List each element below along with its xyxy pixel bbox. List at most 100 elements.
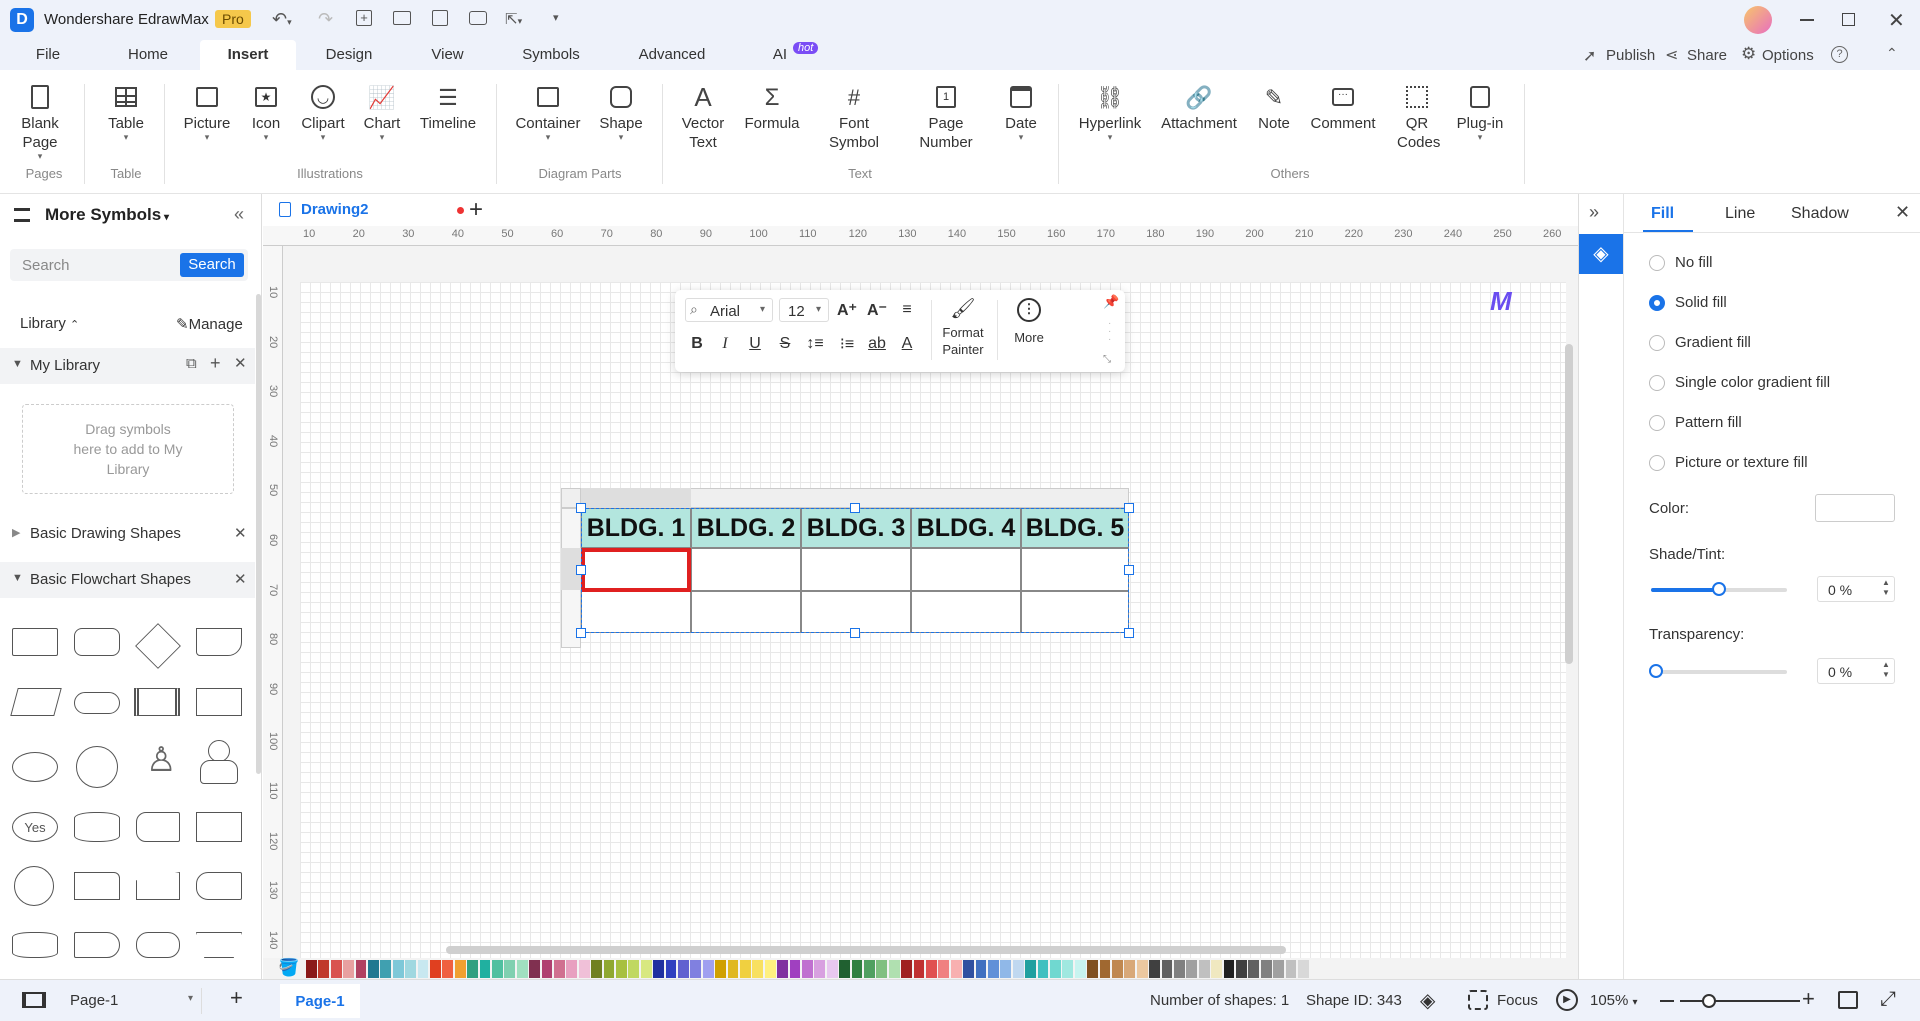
avatar[interactable] <box>1744 6 1772 34</box>
color-swatch[interactable] <box>1198 960 1210 978</box>
tab-home[interactable]: Home <box>118 40 178 70</box>
color-swatch[interactable] <box>802 960 813 978</box>
resize-handle[interactable] <box>850 503 860 513</box>
picture-button[interactable]: Picture ▾ <box>180 80 234 142</box>
connector-shape[interactable] <box>14 866 54 906</box>
formula-button[interactable]: Σ Formula <box>740 80 804 133</box>
play-icon[interactable]: ▶ <box>1556 989 1578 1011</box>
options-button[interactable]: Options <box>1762 47 1814 64</box>
new-tab-button[interactable]: + <box>469 196 483 224</box>
card-shape[interactable] <box>74 872 120 900</box>
color-swatch[interactable] <box>454 960 466 978</box>
font-symbol-button[interactable]: # Font Symbol <box>816 80 892 152</box>
color-swatch[interactable] <box>343 960 355 978</box>
color-swatch[interactable] <box>752 960 764 978</box>
color-swatch[interactable] <box>988 960 999 978</box>
fill-option-solid-fill[interactable]: Solid fill <box>1649 294 1727 312</box>
preparation-shape[interactable] <box>136 932 180 958</box>
date-button[interactable]: Date ▾ <box>996 80 1046 142</box>
color-swatch[interactable] <box>1000 960 1012 978</box>
stepper-icon[interactable]: ▲ ▼ <box>1882 578 1890 598</box>
shade-slider-thumb[interactable] <box>1712 582 1726 596</box>
zoom-out-icon[interactable] <box>1660 1000 1674 1002</box>
line-spacing-icon[interactable]: ↕≡ <box>803 332 827 356</box>
fill-bucket-icon[interactable]: 🪣 <box>278 958 299 978</box>
blank-page-button[interactable]: Blank Page ▾ <box>12 80 68 161</box>
color-swatch[interactable] <box>727 960 739 978</box>
transparency-slider[interactable] <box>1649 664 1787 678</box>
close-icon[interactable]: ✕ <box>234 524 247 542</box>
fit-page-icon[interactable] <box>1838 991 1858 1009</box>
stored-data-shape[interactable] <box>136 812 180 842</box>
publish-button[interactable]: Publish <box>1606 47 1655 64</box>
fill-option-single-color-gradient[interactable]: Single color gradient fill <box>1649 374 1830 392</box>
font-size-select[interactable]: 12 ▾ <box>779 298 829 322</box>
color-swatch[interactable] <box>330 960 342 978</box>
tab-line[interactable]: Line <box>1725 205 1755 223</box>
color-swatch[interactable] <box>1099 960 1111 978</box>
data-shape[interactable] <box>10 688 62 716</box>
sequential-data-shape[interactable] <box>196 812 242 842</box>
my-library-dropzone[interactable]: Drag symbols here to add to My Library <box>22 404 234 494</box>
color-swatch[interactable] <box>467 960 479 978</box>
strikethrough-icon[interactable]: S <box>773 332 797 356</box>
format-painter-button[interactable]: 🖌 Format Painter <box>935 296 991 358</box>
table-col-1-handle[interactable] <box>581 488 691 508</box>
icon-button[interactable]: ★ Icon ▾ <box>244 80 288 142</box>
tab-shadow[interactable]: Shadow <box>1791 205 1849 223</box>
color-swatch[interactable] <box>975 960 987 978</box>
search-button[interactable]: Search <box>180 253 244 277</box>
table-button[interactable]: Table ▾ <box>100 80 152 142</box>
color-swatch[interactable] <box>430 960 441 978</box>
color-swatch[interactable] <box>876 960 888 978</box>
color-swatch[interactable] <box>1149 960 1161 978</box>
color-swatch[interactable] <box>764 960 776 978</box>
color-swatch[interactable] <box>355 960 367 978</box>
canvas-hscrollbar[interactable] <box>446 946 1286 954</box>
font-select[interactable]: ⌕ Arial ▾ <box>685 298 773 322</box>
save-icon[interactable] <box>432 10 448 26</box>
fill-option-picture-texture[interactable]: Picture or texture fill <box>1649 454 1808 472</box>
color-swatch[interactable] <box>380 960 392 978</box>
new-icon[interactable]: + <box>356 10 372 26</box>
doc-tab[interactable]: Drawing2 <box>279 200 464 226</box>
collapse-toolbar-icon[interactable]: ⤡ <box>1103 354 1111 365</box>
color-swatch[interactable] <box>591 960 603 978</box>
color-swatch[interactable] <box>715 960 727 978</box>
increase-font-icon[interactable]: A⁺ <box>835 298 859 322</box>
color-swatch[interactable] <box>1074 960 1086 978</box>
export-icon[interactable]: ⇱▾ <box>505 10 522 28</box>
yes-shape[interactable]: Yes <box>12 812 58 842</box>
color-swatch[interactable] <box>789 960 801 978</box>
color-swatch[interactable] <box>368 960 379 978</box>
color-swatch[interactable] <box>851 960 863 978</box>
tab-design[interactable]: Design <box>318 40 380 70</box>
resize-handle[interactable] <box>850 628 860 638</box>
zoom-in-icon[interactable]: + <box>1802 986 1815 1012</box>
clipart-button[interactable]: ◡ Clipart ▾ <box>296 80 350 142</box>
vector-text-button[interactable]: A Vector Text <box>674 80 732 152</box>
chart-button[interactable]: 📈 Chart ▾ <box>360 80 404 142</box>
color-swatch[interactable] <box>826 960 838 978</box>
tab-fill[interactable]: Fill <box>1651 205 1674 223</box>
tab-view[interactable]: View <box>420 40 475 70</box>
page-number-button[interactable]: 1 Page Number <box>910 80 982 152</box>
section-basic-flowchart-shapes[interactable]: ▼ Basic Flowchart Shapes ✕ <box>0 562 255 598</box>
color-swatch[interactable] <box>628 960 640 978</box>
share-button[interactable]: Share <box>1687 47 1727 64</box>
section-basic-drawing-shapes[interactable]: ▶ Basic Drawing Shapes ✕ <box>0 516 255 552</box>
color-swatch[interactable] <box>1062 960 1074 978</box>
transparency-slider-thumb[interactable] <box>1649 664 1663 678</box>
search-input[interactable]: Search Search <box>10 249 248 281</box>
shade-slider[interactable] <box>1651 582 1787 596</box>
user-icon[interactable] <box>196 740 242 786</box>
color-picker[interactable] <box>1815 494 1895 522</box>
color-swatch[interactable] <box>529 960 541 978</box>
color-swatch[interactable] <box>554 960 565 978</box>
color-swatch[interactable] <box>913 960 925 978</box>
terminator-shape[interactable] <box>74 692 120 714</box>
color-swatch[interactable] <box>405 960 417 978</box>
plug-in-button[interactable]: Plug-in ▾ <box>1448 80 1512 142</box>
focus-button[interactable]: Focus <box>1497 992 1538 1009</box>
color-swatch[interactable] <box>616 960 627 978</box>
